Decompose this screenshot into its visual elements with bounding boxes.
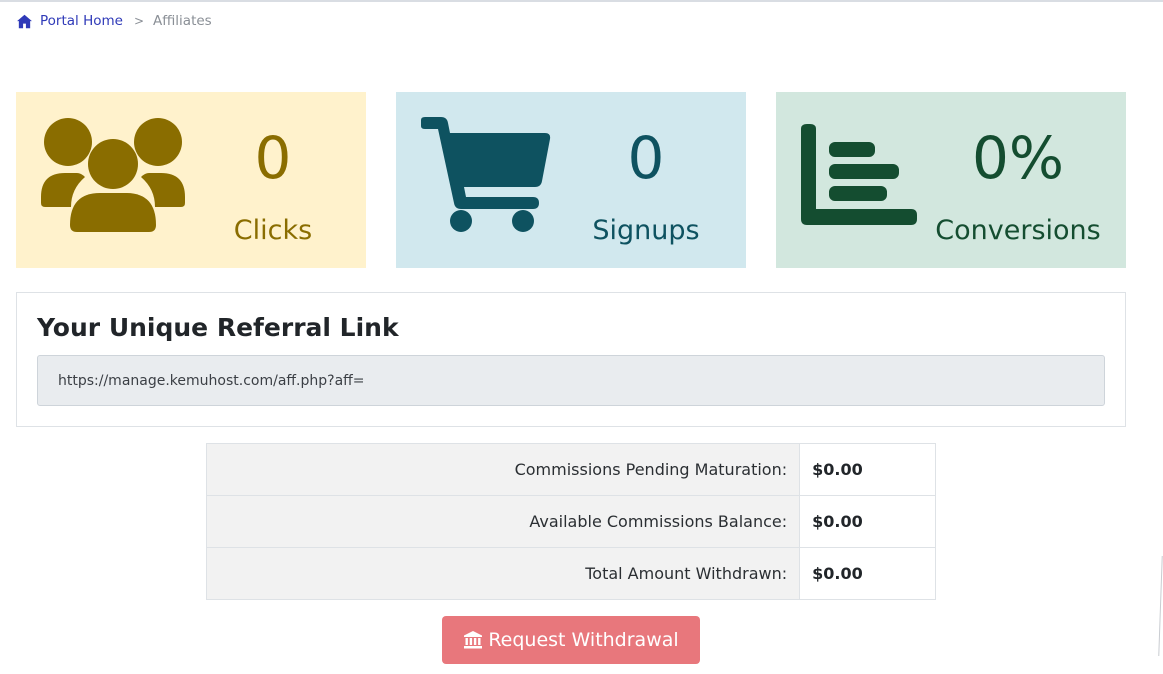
stat-card-signups: 0 Signups [396,92,746,268]
commission-value: $0.00 [799,443,936,496]
breadcrumb-home-link[interactable]: Portal Home [40,13,123,29]
top-border [0,0,1163,2]
stat-card-conversions: 0% Conversions [776,92,1126,268]
users-icon [41,118,185,232]
commission-value: $0.00 [799,495,936,548]
clicks-label: Clicks [233,215,313,246]
cart-icon [421,117,551,232]
request-withdrawal-button[interactable]: Request Withdrawal [442,616,700,664]
referral-link-input[interactable] [37,355,1105,406]
clicks-value: 0 [254,124,292,192]
commission-value: $0.00 [799,547,936,600]
signups-label: Signups [592,215,700,246]
bank-icon [464,631,483,649]
table-row: Available Commissions Balance: $0.00 [205,495,936,548]
conversions-label: Conversions [935,215,1101,246]
commissions-table: Commissions Pending Maturation: $0.00 Av… [205,443,936,600]
conversions-value: 0% [971,124,1064,192]
table-row: Commissions Pending Maturation: $0.00 [205,443,936,496]
commission-label: Available Commissions Balance: [205,495,801,548]
breadcrumb-current: Affiliates [153,13,212,29]
signups-value: 0 [627,124,665,192]
home-icon[interactable] [16,13,33,30]
request-withdrawal-label: Request Withdrawal [488,629,679,651]
stat-card-clicks: 0 Clicks [16,92,366,268]
commission-label: Commissions Pending Maturation: [205,443,801,496]
referral-title: Your Unique Referral Link [37,313,399,342]
table-row: Total Amount Withdrawn: $0.00 [205,547,936,600]
bar-chart-icon [801,124,917,225]
breadcrumb: Portal Home > Affiliates [16,12,212,30]
scrollbar-edge [1158,556,1163,656]
breadcrumb-separator: > [133,14,145,28]
referral-link-panel: Your Unique Referral Link [16,292,1126,427]
commission-label: Total Amount Withdrawn: [205,547,801,600]
